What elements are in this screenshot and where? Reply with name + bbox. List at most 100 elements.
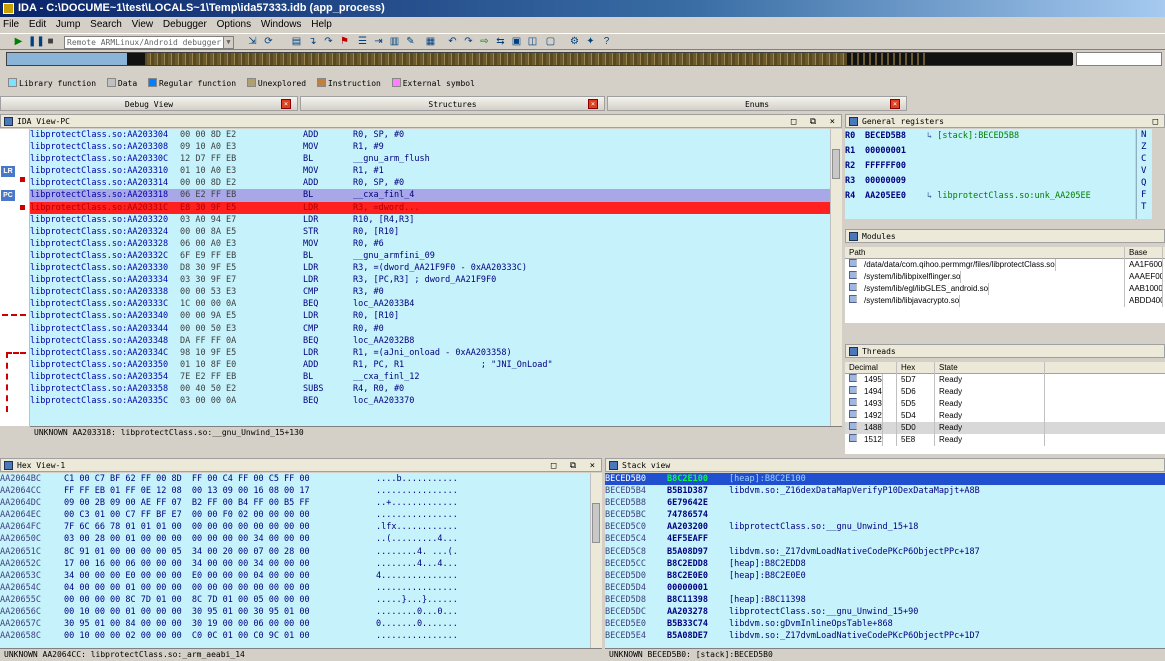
module-row[interactable]: /system/lib/libpixelflinger.so AAAEF00 <box>845 271 1165 283</box>
hex-view-scrollbar[interactable] <box>590 473 602 648</box>
graph-icon[interactable]: ▣ <box>510 36 523 48</box>
register-row[interactable]: R3 00000009 <box>845 174 1135 189</box>
hex-row[interactable]: AA2064FC 7F 6C 66 78 01 01 01 00 00 00 00… <box>0 521 590 533</box>
refresh-icon[interactable]: ⟳ <box>262 36 275 48</box>
flag-f[interactable]: F <box>1141 189 1152 201</box>
register-row[interactable]: R2 FFFFFF00 <box>845 159 1135 174</box>
stack-row[interactable]: BECED5D0 B8C2E0E0 [heap]:B8C2E0E0 <box>605 570 1165 582</box>
breakpoint-dot[interactable] <box>20 177 25 182</box>
table-icon[interactable]: ▦ <box>424 36 437 48</box>
hex-row[interactable]: AA20653C 34 00 00 00 E0 00 00 00 E0 00 00… <box>0 570 590 582</box>
disasm-line[interactable]: libprotectClass.so:AA203338 00 00 53 E3 CM… <box>30 286 830 298</box>
disasm-line[interactable]: libprotectClass.so:AA203314 00 00 8D E2 AD… <box>30 177 830 189</box>
redo-icon[interactable]: ↷ <box>462 36 475 48</box>
thread-row[interactable]: 1488 5D0 Ready <box>845 422 1165 434</box>
help-icon[interactable]: ? <box>600 36 613 48</box>
hex-row[interactable]: AA20654C 04 00 00 00 01 00 00 00 00 00 00… <box>0 582 590 594</box>
flag-c[interactable]: C <box>1141 153 1152 165</box>
disasm-line[interactable]: libprotectClass.so:AA20332C 6F E9 FF EB BL… <box>30 250 830 262</box>
hex-row[interactable]: AA20656C 00 10 00 00 01 00 00 00 30 95 01… <box>0 606 590 618</box>
register-row[interactable]: R1 00000001 <box>845 144 1135 159</box>
stop-icon[interactable]: ■ <box>44 36 57 48</box>
nav-band-combo[interactable] <box>1076 52 1162 66</box>
stack-row[interactable]: BECED5CC B8C2EDD8 [heap]:B8C2EDD8 <box>605 558 1165 570</box>
disasm-line[interactable]: libprotectClass.so:AA203318 06 E2 FF EB BL… <box>30 189 830 202</box>
disasm-line[interactable]: libprotectClass.so:AA203324 00 00 8A E5 ST… <box>30 226 830 238</box>
module-row[interactable]: /data/data/com.qihoo.permmgr/files/libpr… <box>845 259 1165 271</box>
menu-windows[interactable]: Windows <box>261 19 302 30</box>
thread-row[interactable]: 1495 5D7 Ready <box>845 374 1165 386</box>
stack-row[interactable]: BECED5B4 B5B1D387 libdvm.so:_Z16dexDataMap… <box>605 485 1165 497</box>
module-row[interactable]: /system/lib/libjavacrypto.so ABDD400 <box>845 295 1165 307</box>
tab-enums[interactable]: Enums × <box>607 96 907 111</box>
column-header-hex[interactable]: Hex <box>897 362 935 374</box>
menu-jump[interactable]: Jump <box>56 19 80 30</box>
stack-row[interactable]: BECED5E0 B5B33C74 libdvm.so:gDvmInlineOpsT… <box>605 618 1165 630</box>
scrollbar-thumb[interactable] <box>592 503 600 543</box>
register-value[interactable]: BECED5B8 <box>865 129 927 144</box>
view-icon[interactable]: ◫ <box>526 36 539 48</box>
stack-row[interactable]: BECED5C4 4EF5EAFF <box>605 533 1165 545</box>
pane-controls[interactable]: □ <box>1153 115 1162 129</box>
register-row[interactable]: R0 BECED5B8 ↳ [stack]:BECED5B8 <box>845 129 1135 144</box>
pane-controls[interactable]: □ ⧉ × <box>551 459 599 473</box>
thread-row[interactable]: 1493 5D5 Ready <box>845 398 1165 410</box>
disasm-line[interactable]: libprotectClass.so:AA203328 06 00 A0 E3 MO… <box>30 238 830 250</box>
column-header-decimal[interactable]: Decimal <box>845 362 897 374</box>
register-value[interactable]: FFFFFF00 <box>865 159 927 174</box>
thread-row[interactable]: 1512 5E8 Ready <box>845 434 1165 446</box>
disasm-line[interactable]: libprotectClass.so:AA203350 01 10 8F E0 AD… <box>30 359 830 371</box>
nav-icon[interactable]: ⇥ <box>372 36 385 48</box>
menu-debugger[interactable]: Debugger <box>163 19 207 30</box>
disasm-line[interactable]: libprotectClass.so:AA203334 03 30 9F E7 LD… <box>30 274 830 286</box>
pause-icon[interactable]: ❚❚ <box>28 36 45 48</box>
disasm-line[interactable]: libprotectClass.so:AA20330C 12 D7 FF EB BL… <box>30 153 830 165</box>
thread-row[interactable]: 1492 5D4 Ready <box>845 410 1165 422</box>
close-icon[interactable]: × <box>588 99 598 109</box>
step-over-icon[interactable]: ↷ <box>322 36 335 48</box>
disasm-line[interactable]: libprotectClass.so:AA203358 00 40 50 E2 SU… <box>30 383 830 395</box>
disasm-line[interactable]: libprotectClass.so:AA20335C 03 00 00 0A BE… <box>30 395 830 407</box>
undo-icon[interactable]: ↶ <box>446 36 459 48</box>
stack-view-content[interactable]: BECED5B0 B8C2E100 [heap]:B8C2E100 BECED5B4 B… <box>605 473 1165 648</box>
register-row[interactable]: R4 AA205EE0 ↳ libprotectClass.so:unk_AA205… <box>845 189 1135 204</box>
column-header-path[interactable]: Path <box>845 247 1125 259</box>
flag-n[interactable]: N <box>1141 129 1152 141</box>
scrollbar-thumb[interactable] <box>832 149 840 179</box>
stack-row[interactable]: BECED5C0 AA203200 libprotectClass.so:__gnu… <box>605 521 1165 533</box>
hex-row[interactable]: AA20652C 17 00 16 00 06 00 00 00 34 00 00… <box>0 558 590 570</box>
disasm-line[interactable]: libprotectClass.so:AA203348 DA FF FF 0A BE… <box>30 335 830 347</box>
menu-view[interactable]: View <box>132 19 154 30</box>
hex-row[interactable]: AA20658C 00 10 00 00 02 00 00 00 C0 0C 01… <box>0 630 590 642</box>
stack-row[interactable]: BECED5E4 B5A08DE7 libdvm.so:_Z17dvmLoadNat… <box>605 630 1165 642</box>
memory-icon[interactable]: ▤ <box>290 36 303 48</box>
breakpoint-dot[interactable] <box>20 205 25 210</box>
flag-q[interactable]: Q <box>1141 177 1152 189</box>
hex-view-content[interactable]: AA2064BC C1 00 C7 BF 62 FF 00 8D FF 00 C4… <box>0 473 590 648</box>
disasm-line[interactable]: libprotectClass.so:AA203304 00 00 8D E2 AD… <box>30 129 830 141</box>
disasm-line[interactable]: libprotectClass.so:AA20333C 1C 00 00 0A BE… <box>30 298 830 310</box>
stack-row[interactable]: BECED5B8 6E79642E <box>605 497 1165 509</box>
module-row[interactable]: /system/lib/egl/libGLES_android.so AAB100… <box>845 283 1165 295</box>
navigation-band[interactable] <box>6 52 1073 66</box>
stack-row[interactable]: BECED5DC AA203278 libprotectClass.so:__gnu… <box>605 606 1165 618</box>
ida-view-scrollbar[interactable] <box>830 129 842 426</box>
debugger-select[interactable]: Remote ARMLinux/Android debugger ▼ <box>64 36 234 49</box>
edit-icon[interactable]: ✎ <box>404 36 417 48</box>
ida-view-disassembly[interactable]: libprotectClass.so:AA203304 00 00 8D E2 AD… <box>30 129 830 426</box>
disasm-line[interactable]: libprotectClass.so:AA203310 01 10 A0 E3 MO… <box>30 165 830 177</box>
thread-row[interactable]: 1494 5D6 Ready <box>845 386 1165 398</box>
list-icon[interactable]: ☰ <box>356 36 369 48</box>
register-value[interactable]: 00000001 <box>865 144 927 159</box>
disasm-line[interactable]: libprotectClass.so:AA20334C 98 10 9F E5 LD… <box>30 347 830 359</box>
hex-row[interactable]: AA2064DC 09 00 2B 09 00 AE FF 07 B2 FF 00… <box>0 497 590 509</box>
breakpoint-icon[interactable]: ⚑ <box>338 36 351 48</box>
register-value[interactable]: 00000009 <box>865 174 927 189</box>
chevron-down-icon[interactable]: ▼ <box>223 37 233 48</box>
disasm-line[interactable]: libprotectClass.so:AA203308 09 10 A0 E3 MO… <box>30 141 830 153</box>
disasm-line[interactable]: libprotectClass.so:AA203354 7E E2 FF EB BL… <box>30 371 830 383</box>
stack-row[interactable]: BECED5D8 B8C11398 [heap]:B8C11398 <box>605 594 1165 606</box>
stack-row[interactable]: BECED5B0 B8C2E100 [heap]:B8C2E100 <box>605 473 1165 486</box>
plugin-icon[interactable]: ✦ <box>584 36 597 48</box>
tab-debug-view[interactable]: Debug View × <box>0 96 298 111</box>
